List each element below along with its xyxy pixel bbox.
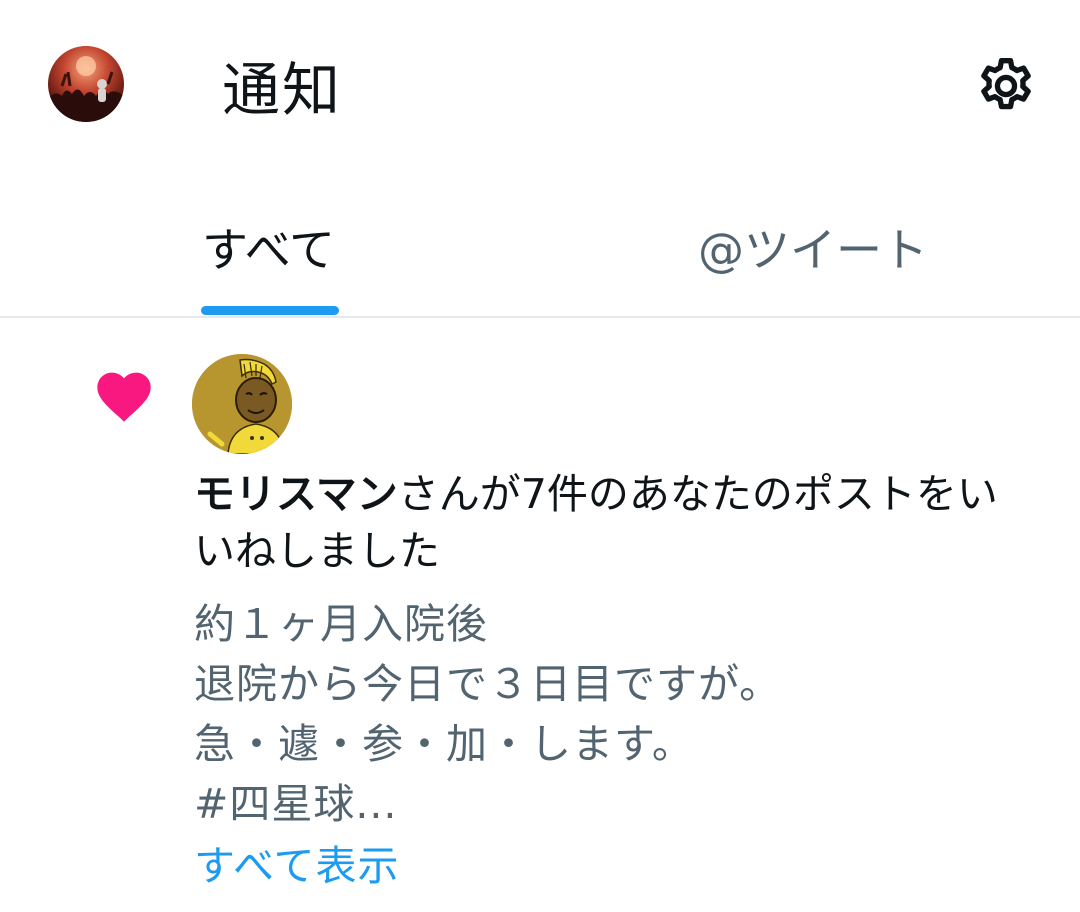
post-preview: 約１ヶ月入院後 退院から今日で３日目ですが。 急・遽・参・加・します。 #四星球… (194, 594, 1054, 834)
cartoon-avatar-icon (192, 354, 292, 454)
notification-text: モリスマンさんが7件のあなたのポストをいいねしました (194, 466, 1024, 580)
post-line: #四星球... (194, 780, 398, 828)
page-title: 通知 (222, 56, 343, 124)
active-tab-indicator (201, 306, 339, 315)
tab-all[interactable]: すべて (0, 180, 540, 316)
settings-button[interactable] (972, 52, 1040, 120)
notification-tabs: すべて @ツイート (0, 180, 1080, 318)
post-line: 約１ヶ月入院後 (194, 600, 488, 648)
post-line: 急・遽・参・加・します。 (194, 720, 694, 768)
liker-avatar[interactable] (192, 354, 292, 454)
concert-photo-icon (48, 56, 124, 122)
gear-icon (981, 58, 1031, 110)
tab-mentions[interactable]: @ツイート (540, 180, 1080, 316)
post-line: 退院から今日で３日目ですが。 (194, 660, 782, 708)
tab-all-label: すべて (202, 223, 335, 277)
tab-mentions-label: @ツイート (698, 223, 928, 277)
show-all-link[interactable]: すべて表示 (194, 836, 400, 896)
heart-icon (97, 372, 151, 422)
liker-name[interactable]: モリスマン (194, 470, 398, 518)
user-avatar[interactable] (48, 46, 124, 122)
top-app-bar: 通知 (0, 0, 1080, 180)
